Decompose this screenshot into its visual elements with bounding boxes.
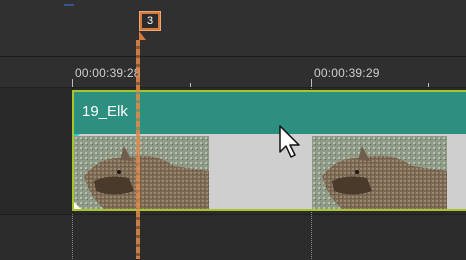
ruler-timecode-1: 00:00:39:28 xyxy=(75,66,141,80)
clip-thumbnail xyxy=(312,136,447,209)
clip-name: 19_Elk xyxy=(82,103,128,120)
track-header xyxy=(0,88,73,213)
empty-track[interactable] xyxy=(0,214,466,260)
video-clip[interactable]: 19_Elk xyxy=(72,90,466,211)
clip-title-bar[interactable]: 19_Elk xyxy=(74,92,466,134)
ruler-minor-tick xyxy=(190,83,191,87)
elk-thumbnail-image xyxy=(312,136,447,209)
ruler-timecode-2: 00:00:39:29 xyxy=(314,66,380,80)
time-ruler[interactable]: 00:00:39:28 00:00:39:29 xyxy=(0,57,466,88)
ruler-major-tick xyxy=(311,79,312,87)
timeline-marker[interactable]: 3 xyxy=(139,11,161,31)
blue-edge-glyph xyxy=(64,0,74,6)
clip-corner-icon xyxy=(74,202,81,209)
mouse-pointer-icon xyxy=(279,125,300,158)
ruler-major-tick xyxy=(72,79,73,87)
marker-pointer-icon xyxy=(139,31,146,40)
elk-thumbnail-image xyxy=(74,136,209,209)
clip-thumbnail xyxy=(74,136,209,209)
ruler-minor-tick xyxy=(428,83,429,87)
playhead[interactable] xyxy=(136,40,140,259)
marker-number: 3 xyxy=(142,14,158,28)
timeline-top-area xyxy=(0,0,466,57)
frame-guide-line xyxy=(72,214,73,259)
